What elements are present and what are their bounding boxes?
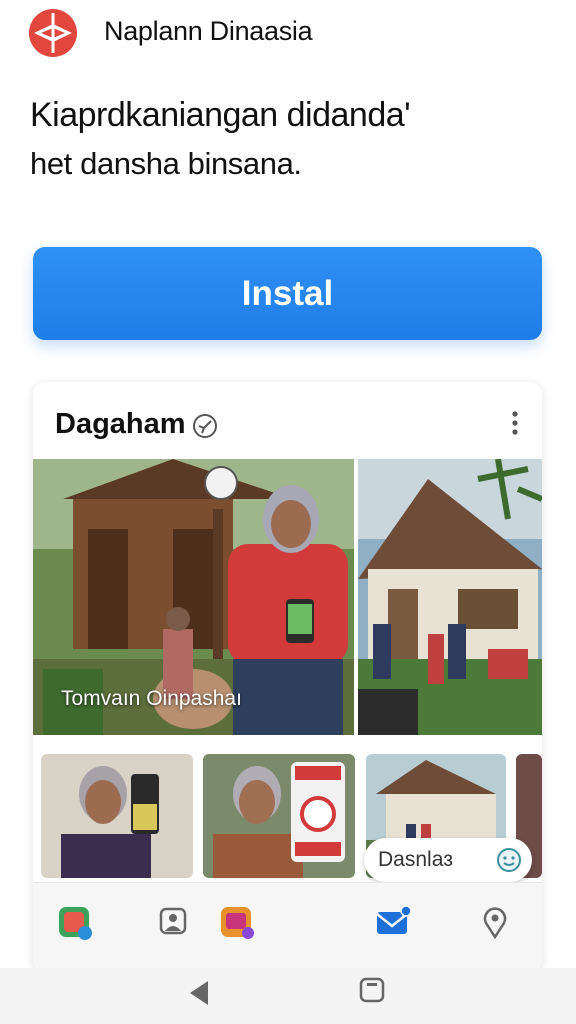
app-header: Naplann Dinaasia <box>0 0 576 68</box>
hero-photo[interactable]: Tomvaın Oinpashaı <box>33 459 354 735</box>
app-preview-card: Dagaham Tomvaın Oinpashaı Dasnlaɜ <box>33 382 542 972</box>
verified-icon <box>193 414 217 438</box>
app-name: Naplann Dinaasia <box>104 16 313 46</box>
mail-app-icon[interactable] <box>373 903 413 943</box>
install-button[interactable]: Instal <box>33 247 542 340</box>
app-logo-icon <box>29 9 77 57</box>
side-photo[interactable] <box>358 459 542 735</box>
thumbnail-1[interactable] <box>41 754 193 878</box>
subline: het dansha binsana. <box>30 146 302 181</box>
system-nav-bar <box>0 968 576 1024</box>
home-square-icon[interactable] <box>358 976 386 1004</box>
hero-caption: Tomvaın Oinpashaı <box>61 687 242 710</box>
floating-chip[interactable]: Dasnlaɜ <box>364 838 532 882</box>
side-photo-illustration <box>358 459 542 735</box>
bottom-nav <box>33 882 542 972</box>
games-app-icon[interactable] <box>217 903 257 943</box>
more-vertical-icon[interactable] <box>503 408 527 438</box>
thumbnail-1-image <box>41 754 193 878</box>
contacts-app-icon[interactable] <box>153 903 193 943</box>
thumbnail-2-image <box>203 754 355 878</box>
location-pin-icon[interactable] <box>475 903 515 943</box>
thumbnail-2[interactable] <box>203 754 355 878</box>
smiley-icon <box>497 848 521 872</box>
card-title: Dagaham <box>55 408 186 440</box>
photos-app-icon[interactable] <box>55 903 95 943</box>
headline: Kiaprdkaniangan didanda' <box>30 96 411 134</box>
back-triangle-icon[interactable] <box>186 978 216 1008</box>
chip-label: Dasnlaɜ <box>378 848 453 871</box>
card-header: Dagaham <box>33 382 542 458</box>
